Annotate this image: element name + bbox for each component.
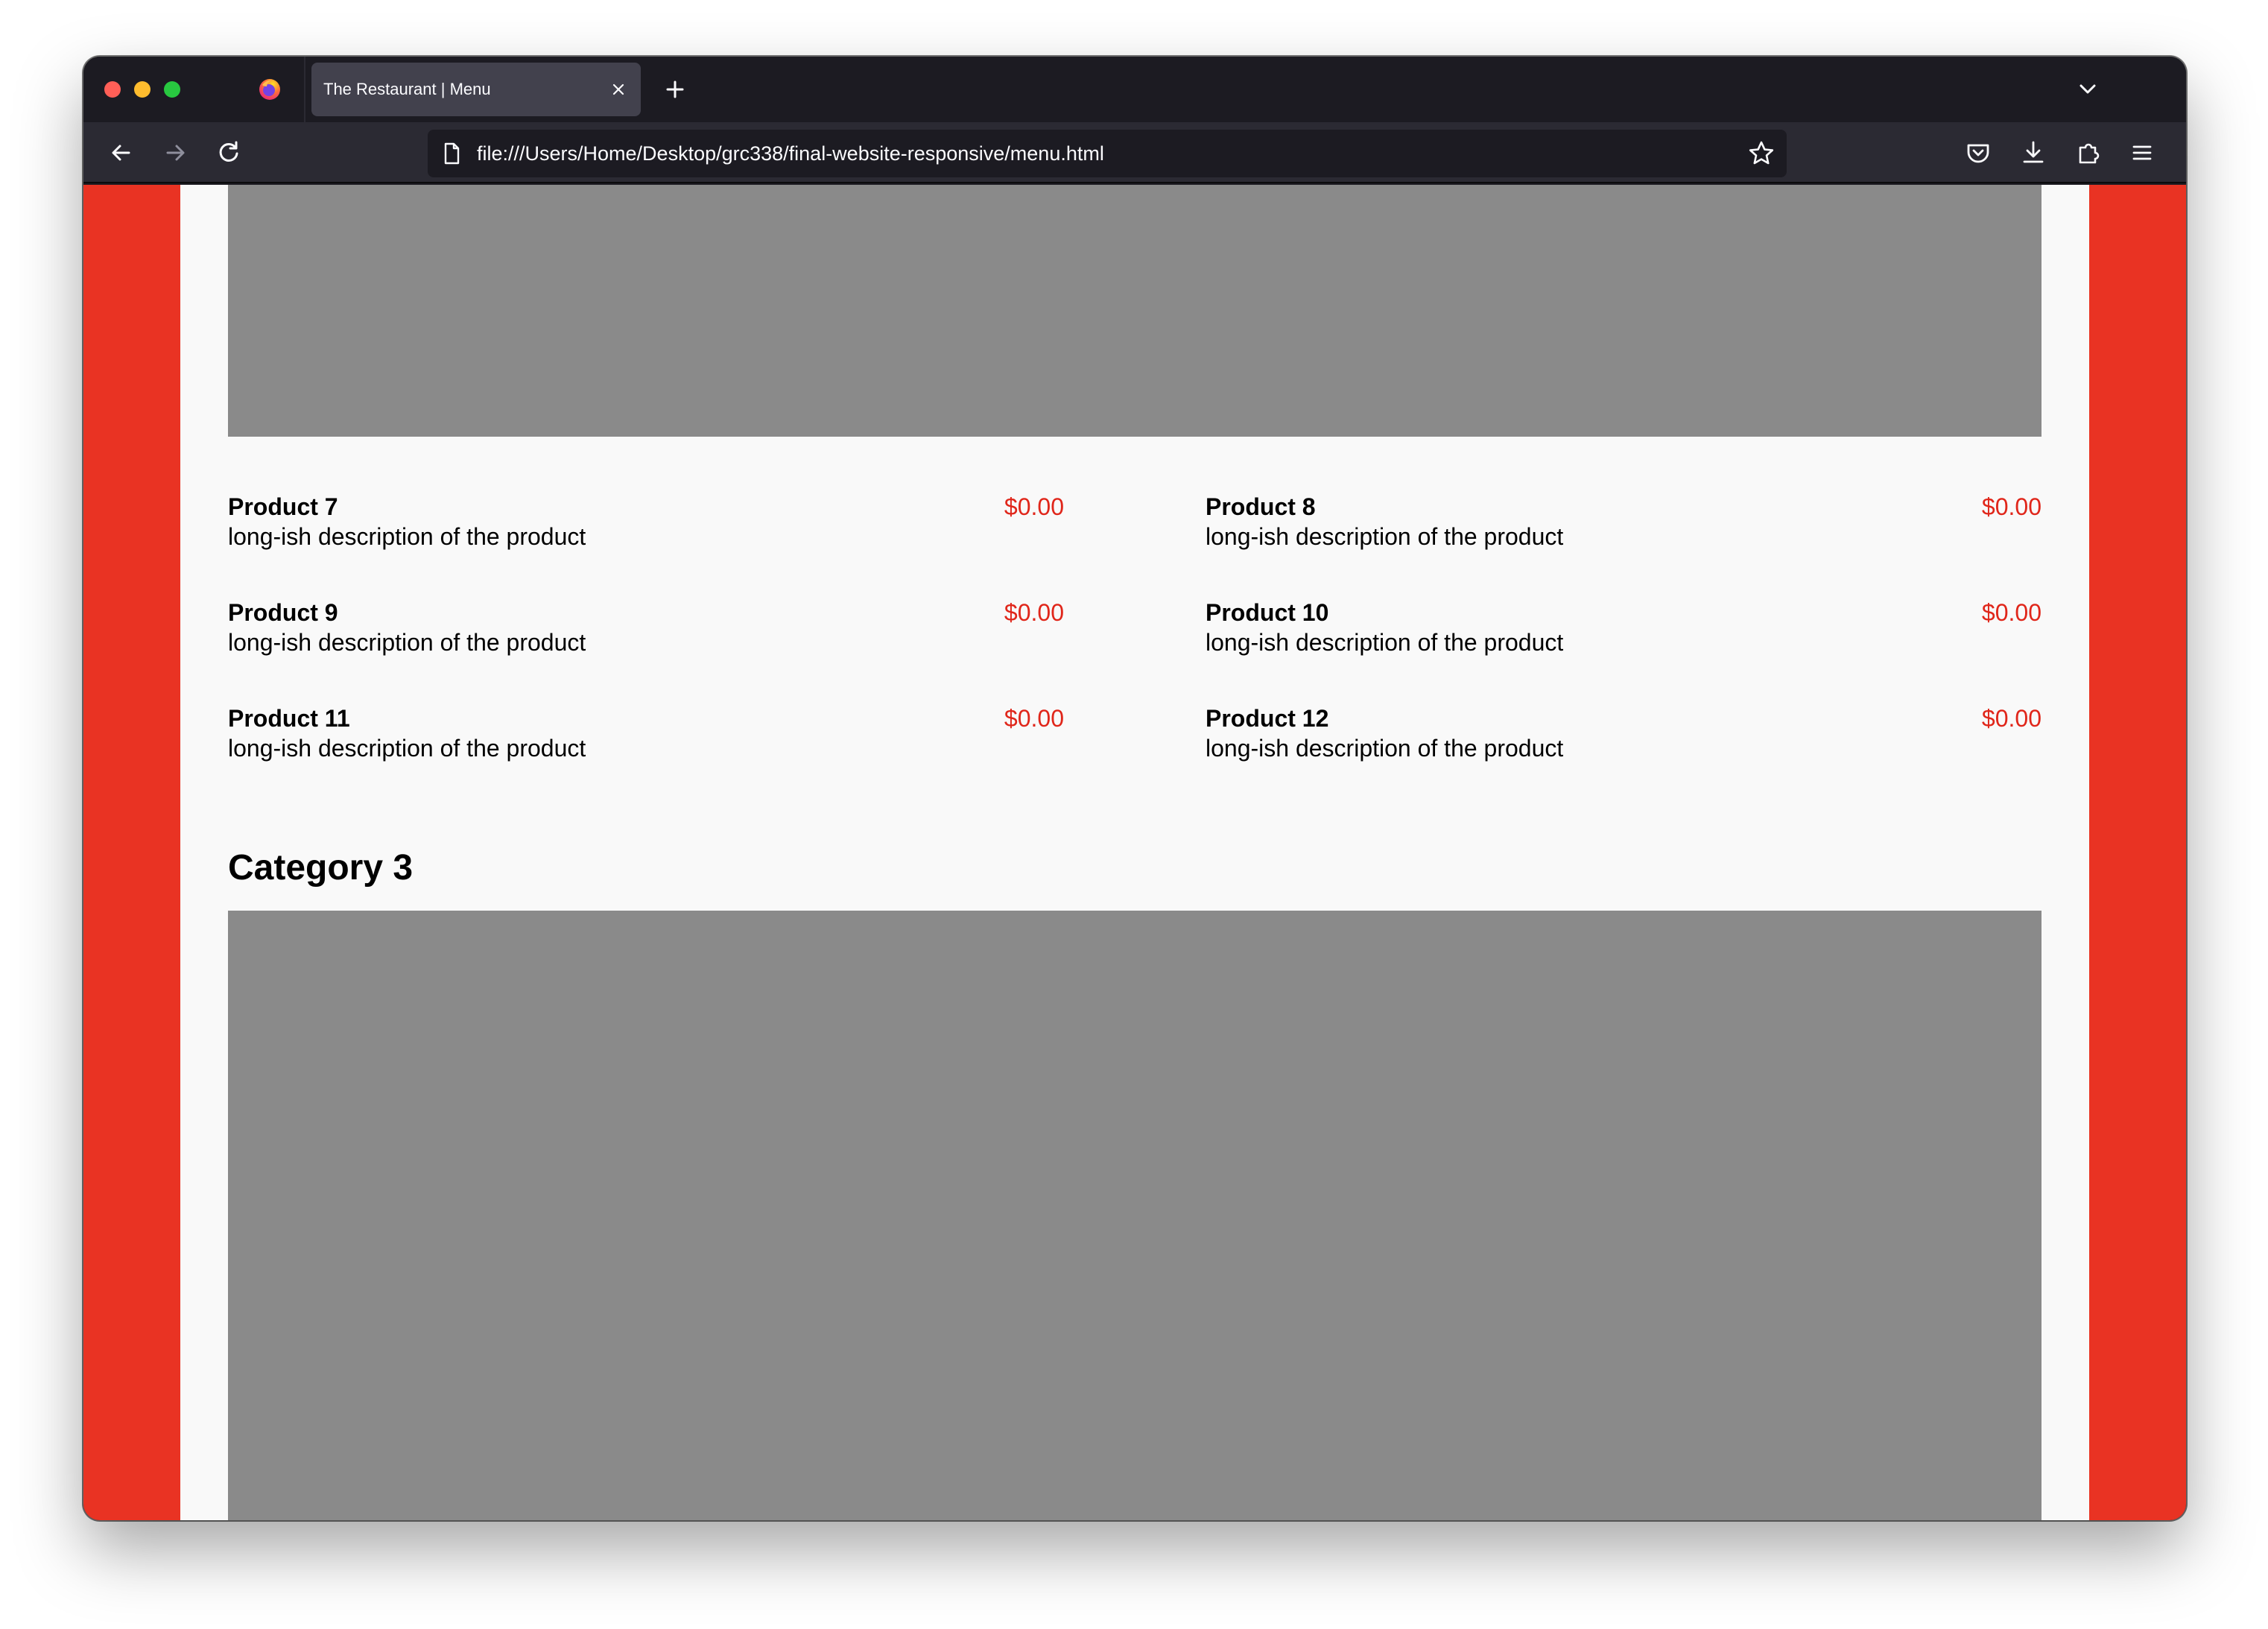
star-icon[interactable]: [1746, 139, 1776, 168]
menu-item: Product 7 long-ish description of the pr…: [228, 492, 1064, 551]
browser-window: The Restaurant | Menu file:///Users/Home…: [83, 57, 2186, 1520]
page-icon: [444, 142, 460, 165]
product-price: $0.00: [1004, 705, 1064, 732]
category-image: [228, 911, 2041, 1520]
product-name: Product 10: [1206, 599, 1329, 626]
firefox-logo-icon: [259, 79, 280, 100]
product-description: long-ish description of the product: [228, 735, 586, 762]
tab-divider: [304, 57, 305, 122]
arrow-right-icon[interactable]: [159, 137, 191, 168]
category-image: [228, 185, 2041, 437]
product-name: Product 9: [228, 599, 338, 626]
product-price: $0.00: [1981, 493, 2041, 520]
arrow-left-icon[interactable]: [106, 137, 137, 168]
product-price: $0.00: [1004, 599, 1064, 626]
product-name: Product 7: [228, 493, 338, 520]
url-bar[interactable]: file:///Users/Home/Desktop/grc338/final-…: [428, 130, 1787, 177]
product-description: long-ish description of the product: [228, 523, 586, 550]
product-description: long-ish description of the product: [1206, 735, 1564, 762]
hamburger-icon[interactable]: [2126, 137, 2158, 168]
tab-menu[interactable]: The Restaurant | Menu: [311, 63, 641, 116]
category-heading: Category 3: [228, 848, 414, 888]
menu-item: Product 12 long-ish description of the p…: [1206, 703, 2041, 763]
pocket-icon[interactable]: [1963, 137, 1994, 168]
menu-page: Product 7 long-ish description of the pr…: [180, 185, 2089, 1520]
menu-item: Product 8 long-ish description of the pr…: [1206, 492, 2041, 551]
tab-title: The Restaurant | Menu: [323, 80, 491, 98]
page-viewport: Product 7 long-ish description of the pr…: [83, 185, 2186, 1520]
reload-icon[interactable]: [213, 137, 244, 168]
product-name: Product 11: [228, 705, 350, 732]
close-icon[interactable]: [605, 76, 632, 103]
navigation-toolbar: file:///Users/Home/Desktop/grc338/final-…: [83, 122, 2186, 183]
product-name: Product 12: [1206, 705, 1329, 732]
chevron-down-icon[interactable]: [2073, 75, 2103, 104]
product-description: long-ish description of the product: [1206, 523, 1564, 550]
product-description: long-ish description of the product: [1206, 629, 1564, 656]
puzzle-icon[interactable]: [2073, 137, 2104, 168]
minimize-window-button[interactable]: [134, 81, 151, 98]
menu-item: Product 9 long-ish description of the pr…: [228, 598, 1064, 657]
close-window-button[interactable]: [104, 81, 121, 98]
download-icon[interactable]: [2018, 137, 2049, 168]
product-price: $0.00: [1981, 599, 2041, 626]
zoom-window-button[interactable]: [164, 81, 180, 98]
product-description: long-ish description of the product: [228, 629, 586, 656]
menu-item: Product 10 long-ish description of the p…: [1206, 598, 2041, 657]
plus-icon[interactable]: [660, 75, 690, 104]
product-name: Product 8: [1206, 493, 1316, 520]
menu-item: Product 11 long-ish description of the p…: [228, 703, 1064, 763]
tab-strip: The Restaurant | Menu: [83, 57, 2186, 122]
url-text[interactable]: file:///Users/Home/Desktop/grc338/final-…: [477, 130, 1104, 177]
product-price: $0.00: [1004, 493, 1064, 520]
product-price: $0.00: [1981, 705, 2041, 732]
